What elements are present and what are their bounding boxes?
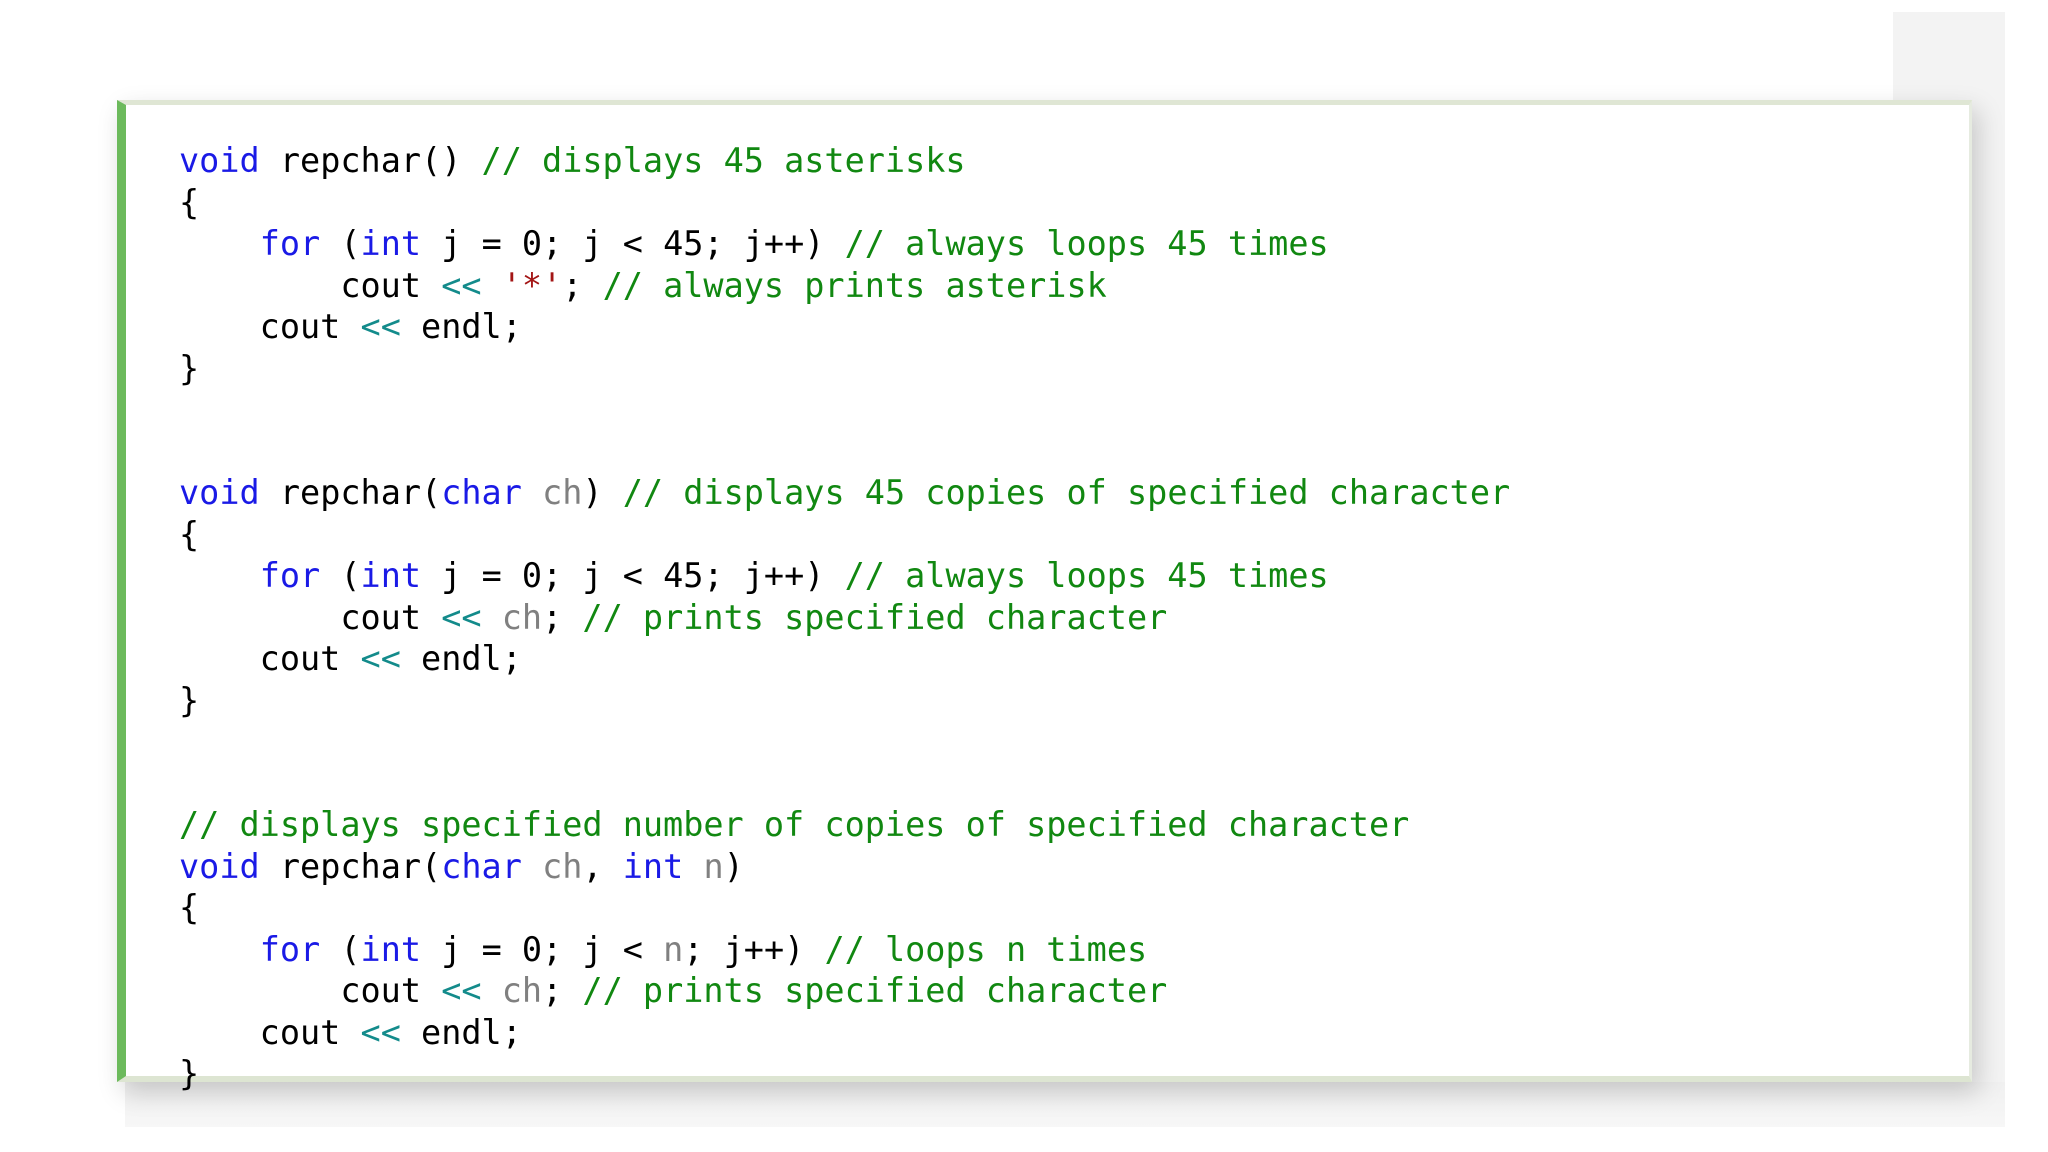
parameter-token: n bbox=[703, 846, 724, 886]
code-line: cout << endl; bbox=[179, 306, 1510, 348]
code-text: cout bbox=[179, 639, 361, 678]
code-text: { bbox=[179, 182, 200, 222]
code-text: } bbox=[179, 348, 200, 388]
code-text: { bbox=[179, 888, 200, 927]
code-line: cout << endl; bbox=[179, 1012, 1510, 1054]
code-line: for (int j = 0; j < 45; j++) // always l… bbox=[179, 555, 1510, 597]
code-line: cout << ch; // prints specified characte… bbox=[179, 970, 1510, 1012]
code-text: endl; bbox=[400, 307, 522, 346]
operator-token: << bbox=[360, 1012, 401, 1052]
operator-token: << bbox=[360, 307, 401, 346]
code-text: endl; bbox=[400, 639, 522, 678]
keyword-token: void bbox=[179, 846, 260, 886]
code-text: } bbox=[179, 1054, 200, 1093]
comment-token: // always prints asterisk bbox=[602, 265, 1107, 305]
code-block: void repchar() // displays 45 asterisks{… bbox=[117, 100, 1972, 1093]
code-line: } bbox=[179, 680, 1510, 722]
code-line: } bbox=[179, 1053, 1510, 1095]
code-text: cout bbox=[179, 597, 442, 637]
keyword-token: for bbox=[259, 929, 321, 969]
code-line: void repchar(char ch, int n) bbox=[179, 846, 1510, 888]
code-line: ​ bbox=[179, 431, 1510, 473]
keyword-token: int bbox=[360, 556, 422, 595]
parameter-token: ch bbox=[501, 971, 543, 1010]
code-line: for (int j = 0; j < n; j++) // loops n t… bbox=[179, 929, 1510, 971]
code-text: cout bbox=[179, 1012, 361, 1052]
comment-token: // loops n times bbox=[824, 929, 1148, 969]
parameter-token: ch bbox=[542, 846, 583, 886]
operator-token: << bbox=[360, 639, 401, 678]
keyword-token: int bbox=[622, 846, 684, 886]
code-text: { bbox=[179, 514, 200, 554]
code-text: cout bbox=[179, 265, 442, 305]
comment-token: // always loops 45 times bbox=[844, 556, 1329, 595]
code-line: void repchar(char ch) // displays 45 cop… bbox=[179, 472, 1510, 514]
code-text: j = 0; j < 45; j++) bbox=[421, 224, 845, 263]
keyword-token: char bbox=[441, 473, 522, 512]
parameter-token: n bbox=[663, 929, 684, 969]
code-text: cout bbox=[179, 307, 361, 346]
keyword-token: for bbox=[259, 224, 321, 263]
code-text: , bbox=[582, 846, 623, 886]
code-text: ( bbox=[320, 224, 361, 263]
code-line: void repchar() // displays 45 asterisks bbox=[179, 140, 1510, 182]
code-text: ; bbox=[562, 265, 603, 305]
code-line: ​ bbox=[179, 721, 1510, 763]
comment-token: // always loops 45 times bbox=[844, 224, 1329, 263]
comment-token: // prints specified character bbox=[582, 971, 1168, 1010]
keyword-token: for bbox=[259, 556, 321, 595]
code-line: cout << endl; bbox=[179, 638, 1510, 680]
code-line: ​ bbox=[179, 763, 1510, 805]
comment-token: // displays 45 asterisks bbox=[481, 141, 966, 180]
keyword-token: void bbox=[179, 141, 260, 180]
comment-token: // displays 45 copies of specified chara… bbox=[622, 473, 1511, 512]
code-text: ( bbox=[320, 929, 361, 969]
code-text: ; bbox=[542, 971, 583, 1010]
keyword-token: char bbox=[441, 846, 522, 886]
code-listing: void repchar() // displays 45 asterisks{… bbox=[179, 140, 1510, 1095]
operator-token: << bbox=[441, 597, 482, 637]
code-text: ; bbox=[542, 597, 583, 637]
keyword-token: int bbox=[360, 929, 422, 969]
code-text: endl; bbox=[400, 1012, 522, 1052]
code-text: ( bbox=[320, 556, 361, 595]
operator-token: << bbox=[441, 971, 482, 1010]
parameter-token: ch bbox=[501, 597, 543, 637]
code-text: } bbox=[179, 680, 200, 720]
operator-token: << bbox=[441, 265, 482, 305]
comment-token: // displays specified number of copies o… bbox=[179, 805, 1410, 844]
keyword-token: void bbox=[179, 473, 260, 512]
code-text: j = 0; j < 45; j++) bbox=[421, 556, 845, 595]
code-line: ​ bbox=[179, 389, 1510, 431]
code-line: } bbox=[179, 348, 1510, 390]
code-line: { bbox=[179, 182, 1510, 224]
parameter-token: ch bbox=[542, 473, 583, 512]
keyword-token: int bbox=[360, 224, 422, 263]
code-text: j = 0; j < bbox=[421, 929, 664, 969]
code-line: cout << ch; // prints specified characte… bbox=[179, 597, 1510, 639]
code-text: ; j++) bbox=[683, 929, 825, 969]
code-text: repchar( bbox=[259, 473, 442, 512]
code-line: cout << '*'; // always prints asterisk bbox=[179, 265, 1510, 307]
code-text: ) bbox=[723, 846, 744, 886]
code-text: cout bbox=[179, 971, 442, 1010]
comment-token: // prints specified character bbox=[582, 597, 1168, 637]
code-text: ) bbox=[582, 473, 623, 512]
code-line: for (int j = 0; j < 45; j++) // always l… bbox=[179, 223, 1510, 265]
code-line: { bbox=[179, 514, 1510, 556]
code-line: // displays specified number of copies o… bbox=[179, 804, 1510, 846]
code-line: { bbox=[179, 887, 1510, 929]
code-text: repchar( bbox=[259, 846, 442, 886]
string-token: '*' bbox=[501, 265, 563, 305]
code-text: repchar() bbox=[259, 141, 482, 180]
